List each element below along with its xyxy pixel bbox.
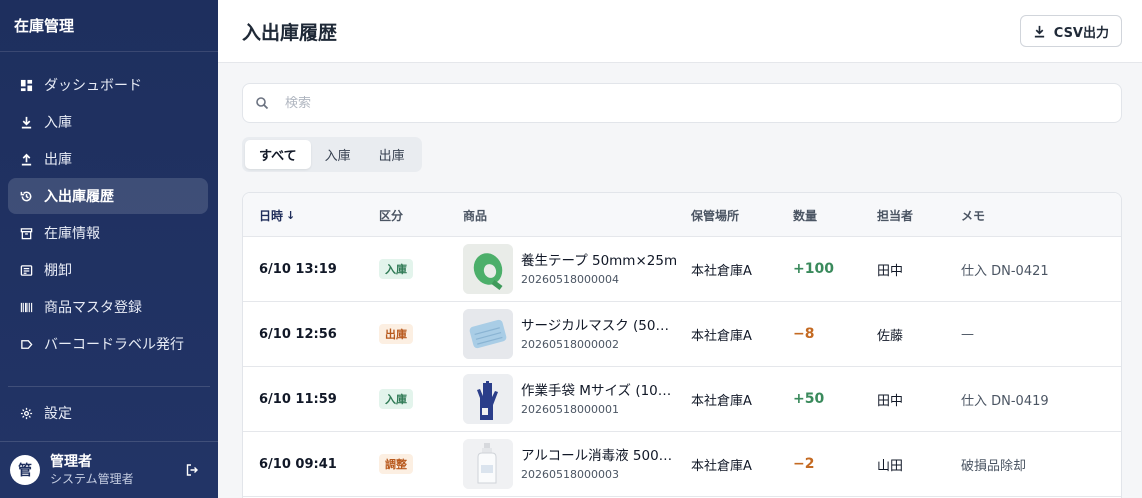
row-memo: 仕入 DN-0421 — [961, 263, 1049, 279]
row-staff: 田中 — [877, 393, 904, 409]
table-row[interactable]: 6/10 11:59 入庫 作業手袋 Mサイズ (10… 20260518000… — [243, 367, 1121, 432]
sidebar-item-product-master[interactable]: 商品マスタ登録 — [8, 289, 208, 325]
row-memo: 仕入 DN-0419 — [961, 393, 1049, 409]
barcode-icon — [18, 299, 34, 315]
app-title: 在庫管理 — [0, 0, 218, 52]
dashboard-icon — [18, 77, 34, 93]
row-staff: 田中 — [877, 263, 904, 279]
sidebar-item-settings[interactable]: 設定 — [8, 395, 208, 431]
row-staff: 山田 — [877, 458, 904, 474]
logout-icon[interactable] — [182, 460, 202, 480]
tab-inbound[interactable]: 入庫 — [311, 140, 365, 169]
product-name: 養生テープ 50mm×25m — [521, 252, 678, 269]
sort-desc-icon: ↓ — [286, 208, 296, 222]
column-header-memo: メモ — [961, 208, 986, 223]
table-row[interactable]: 6/10 09:41 調整 アルコール消毒液 500… 202605180000… — [243, 432, 1121, 497]
sidebar-item-label: 在庫情報 — [44, 226, 100, 242]
stocktake-icon — [18, 262, 34, 278]
table-row[interactable]: 6/10 13:19 入庫 養生テープ 50mm×25m 20260518000… — [243, 237, 1121, 302]
tab-all[interactable]: すべて — [245, 140, 311, 169]
gear-icon — [18, 405, 34, 421]
product-name: アルコール消毒液 500… — [521, 447, 673, 464]
filter-tabs: すべて 入庫 出庫 — [242, 137, 422, 172]
sidebar-item-label: 出庫 — [44, 152, 72, 168]
sidebar-item-label: 商品マスタ登録 — [44, 300, 142, 316]
row-date: 6/10 13:19 — [259, 261, 337, 277]
search-icon — [256, 97, 269, 110]
sidebar-item-history[interactable]: 入出庫履歴 — [8, 178, 208, 214]
column-header-product: 商品 — [463, 208, 488, 223]
product-name: 作業手袋 Mサイズ (10… — [521, 382, 672, 399]
row-date: 6/10 12:56 — [259, 326, 337, 342]
avatar: 管 — [10, 455, 40, 485]
user-panel: 管 管理者 システム管理者 — [0, 441, 218, 498]
product-name: サージカルマスク (50… — [521, 317, 669, 334]
type-badge: 入庫 — [379, 389, 413, 409]
row-location: 本社倉庫A — [691, 393, 752, 409]
row-memo: 破損品除却 — [961, 458, 1027, 474]
csv-export-button[interactable]: CSV出力 — [1019, 15, 1122, 47]
sidebar-item-inventory[interactable]: 在庫情報 — [8, 215, 208, 251]
row-date: 6/10 11:59 — [259, 391, 337, 407]
sidebar-item-barcode-label[interactable]: バーコードラベル発行 — [8, 326, 208, 362]
sidebar-nav: ダッシュボード 入庫 出庫 入出庫履歴 在庫情報 棚卸 商品マスタ登録 バーコー… — [0, 52, 218, 362]
product-code: 20260518000004 — [521, 272, 619, 286]
history-table: 日時 ↓ 区分 商品 保管場所 数量 担当者 メモ 6/10 13:19 入庫 … — [242, 192, 1122, 498]
user-name: 管理者 — [50, 454, 92, 470]
table-header: 日時 ↓ 区分 商品 保管場所 数量 担当者 メモ — [243, 193, 1121, 237]
sidebar-item-label: 入庫 — [44, 115, 72, 131]
sidebar-item-label: ダッシュボード — [44, 78, 142, 94]
label-icon — [18, 336, 34, 352]
product-code: 20260518000001 — [521, 402, 619, 416]
product-thumbnail — [463, 439, 513, 489]
user-role: システム管理者 — [50, 472, 134, 486]
tab-outbound[interactable]: 出庫 — [365, 140, 419, 169]
column-label: 日時 — [259, 208, 284, 223]
table-row[interactable]: 6/10 12:56 出庫 サージカルマスク (50… 202605180000… — [243, 302, 1121, 367]
type-badge: 出庫 — [379, 324, 413, 344]
history-icon — [18, 188, 34, 204]
csv-export-label: CSV出力 — [1053, 25, 1109, 41]
product-thumbnail — [463, 374, 513, 424]
search-box — [242, 83, 1122, 123]
row-location: 本社倉庫A — [691, 458, 752, 474]
column-header-qty: 数量 — [793, 208, 818, 223]
sidebar-item-label: 入出庫履歴 — [44, 189, 114, 205]
inventory-icon — [18, 225, 34, 241]
row-qty: +50 — [793, 391, 825, 407]
row-memo: — — [961, 326, 974, 342]
sidebar-item-inbound[interactable]: 入庫 — [8, 104, 208, 140]
product-code: 20260518000002 — [521, 337, 619, 351]
upload-icon — [18, 151, 34, 167]
product-code: 20260518000003 — [521, 467, 619, 481]
row-date: 6/10 09:41 — [259, 456, 337, 472]
sidebar-divider — [8, 386, 210, 387]
column-header-staff: 担当者 — [877, 208, 914, 223]
sidebar-item-label: バーコードラベル発行 — [44, 337, 184, 353]
type-badge: 調整 — [379, 454, 413, 474]
column-header-type: 区分 — [379, 208, 404, 223]
sidebar: 在庫管理 ダッシュボード 入庫 出庫 入出庫履歴 在庫情報 棚卸 商品マスタ登録… — [0, 0, 218, 498]
sidebar-item-stocktake[interactable]: 棚卸 — [8, 252, 208, 288]
column-header-date[interactable]: 日時 ↓ — [259, 193, 295, 237]
product-thumbnail — [463, 309, 513, 359]
header: 入出庫履歴 CSV出力 — [218, 0, 1142, 63]
download-icon — [1034, 25, 1044, 37]
product-thumbnail — [463, 244, 513, 294]
search-input[interactable] — [285, 95, 1109, 111]
sidebar-item-dashboard[interactable]: ダッシュボード — [8, 67, 208, 103]
row-staff: 佐藤 — [877, 328, 904, 344]
sidebar-item-label: 棚卸 — [44, 263, 72, 279]
row-qty: −2 — [793, 456, 815, 472]
row-location: 本社倉庫A — [691, 328, 752, 344]
type-badge: 入庫 — [379, 259, 413, 279]
download-icon — [18, 114, 34, 130]
row-qty: +100 — [793, 261, 834, 277]
sidebar-item-label: 設定 — [44, 406, 72, 422]
row-location: 本社倉庫A — [691, 263, 752, 279]
page-title: 入出庫履歴 — [242, 21, 338, 44]
column-header-location: 保管場所 — [691, 208, 740, 223]
sidebar-item-outbound[interactable]: 出庫 — [8, 141, 208, 177]
row-qty: −8 — [793, 326, 815, 342]
